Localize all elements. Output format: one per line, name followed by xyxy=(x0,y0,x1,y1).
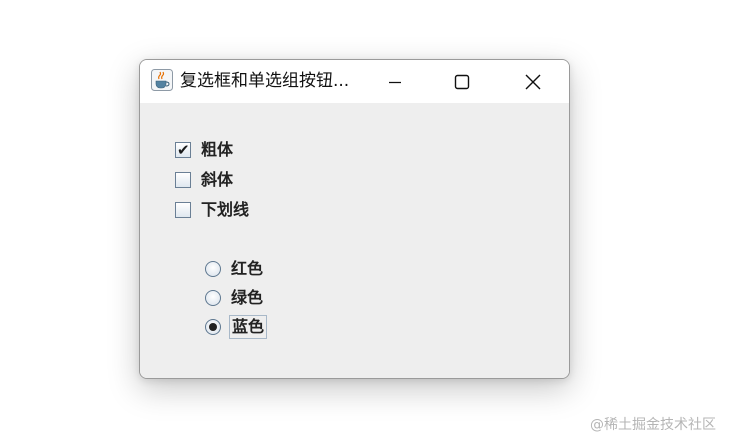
watermark: @稀土掘金技术社区 xyxy=(590,417,716,433)
checkbox-label: 斜体 xyxy=(201,170,234,189)
checkbox-box[interactable] xyxy=(175,172,191,188)
checkbox-underline[interactable]: 下划线 xyxy=(175,198,249,222)
radio-circle[interactable] xyxy=(205,319,221,335)
radio-selected-dot xyxy=(209,323,217,331)
close-icon xyxy=(525,74,541,89)
java-cup-icon[interactable] xyxy=(151,69,173,91)
checkmark-icon: ✔ xyxy=(177,141,190,159)
app-window: 复选框和单选组按钮... ✔ 粗体 斜体 下划线 红色 绿色 蓝色 xyxy=(139,59,570,379)
window-title: 复选框和单选组按钮... xyxy=(180,71,350,91)
radio-red[interactable]: 红色 xyxy=(205,257,263,281)
content-panel: ✔ 粗体 斜体 下划线 红色 绿色 蓝色 xyxy=(140,103,569,378)
radio-circle[interactable] xyxy=(205,261,221,277)
checkbox-box[interactable] xyxy=(175,202,191,218)
checkbox-label: 粗体 xyxy=(201,140,234,159)
minimize-icon xyxy=(389,81,401,83)
radio-blue[interactable]: 蓝色 xyxy=(205,315,268,339)
checkbox-italic[interactable]: 斜体 xyxy=(175,168,233,192)
radio-circle[interactable] xyxy=(205,290,221,306)
maximize-button[interactable] xyxy=(431,60,493,103)
checkbox-bold[interactable]: ✔ 粗体 xyxy=(175,138,233,162)
close-button[interactable] xyxy=(502,60,564,103)
checkbox-label: 下划线 xyxy=(201,200,250,219)
radio-label: 绿色 xyxy=(231,288,264,307)
title-bar[interactable]: 复选框和单选组按钮... xyxy=(140,60,569,103)
radio-label: 红色 xyxy=(231,259,264,278)
radio-label: 蓝色 xyxy=(228,315,268,339)
minimize-button[interactable] xyxy=(364,60,426,103)
radio-green[interactable]: 绿色 xyxy=(205,286,263,310)
checkbox-box[interactable]: ✔ xyxy=(175,142,191,158)
maximize-icon xyxy=(454,74,470,89)
